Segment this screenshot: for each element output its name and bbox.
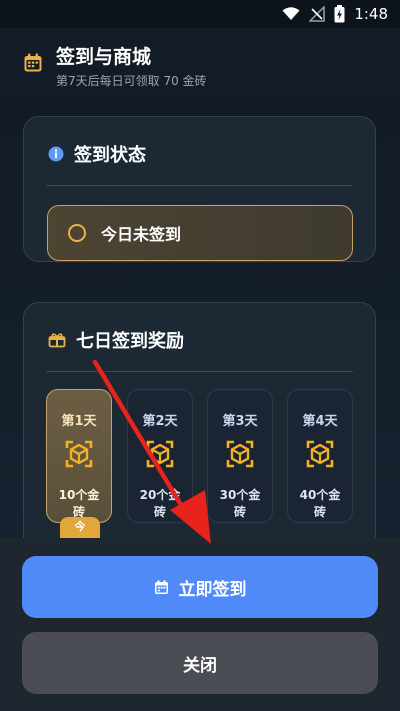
battery-charging-icon (334, 5, 345, 23)
today-badge: 今 (60, 517, 100, 538)
day-reward-amount: 10个金砖 (58, 488, 100, 519)
seven-day-reward-card: 七日签到奖励 第1天 10个金砖 第2天 20个金砖 第3天 30个金砖 第4天… (23, 302, 376, 538)
sign-in-label: 立即签到 (178, 579, 247, 600)
day-reward-amount: 30个金砖 (219, 488, 261, 519)
day-reward-amount: 40个金砖 (299, 488, 341, 519)
gold-brick-icon (146, 440, 174, 468)
gift-icon (48, 333, 66, 348)
dialog-title: 签到与商城 (56, 46, 152, 68)
sign-in-button[interactable]: 立即签到 (22, 556, 378, 618)
sign-status-indicator: 今日未签到 (47, 205, 353, 261)
info-icon (48, 146, 64, 162)
day-label: 第2天 (142, 414, 178, 429)
calendar-icon (24, 53, 42, 72)
divider (46, 371, 353, 372)
reward-title: 七日签到奖励 (76, 331, 184, 352)
reward-day-4[interactable]: 第4天 40个金砖 (287, 389, 353, 523)
divider (46, 185, 353, 186)
wifi-icon (282, 7, 300, 20)
day-label: 第3天 (222, 414, 258, 429)
dialog-header: 签到与商城 第7天后每日可领取 70 金砖 (0, 28, 400, 102)
day-label: 第4天 (302, 414, 338, 429)
close-label: 关闭 (183, 655, 217, 676)
reward-header: 七日签到奖励 (48, 327, 184, 353)
close-button[interactable]: 关闭 (22, 632, 378, 694)
gold-brick-icon (306, 440, 334, 468)
reward-day-2[interactable]: 第2天 20个金砖 (127, 389, 193, 523)
gold-brick-icon (226, 440, 254, 468)
sign-status-title: 签到状态 (74, 145, 146, 166)
action-bar: 立即签到 关闭 (0, 538, 400, 711)
day-label: 第1天 (61, 414, 97, 429)
reward-day-3[interactable]: 第3天 30个金砖 (207, 389, 273, 523)
sign-status-card: 签到状态 今日未签到 (23, 116, 376, 262)
reward-day-1[interactable]: 第1天 10个金砖 (46, 389, 112, 523)
dialog-subtitle: 第7天后每日可领取 70 金砖 (56, 74, 207, 88)
clock: 1:48 (354, 5, 388, 23)
no-signal-icon (309, 6, 326, 22)
status-bar: 1:48 (0, 0, 400, 28)
sign-status-header: 签到状态 (48, 141, 146, 167)
day-reward-amount: 20个金砖 (139, 488, 181, 519)
unchecked-circle-icon (68, 224, 86, 242)
gold-brick-icon (65, 440, 93, 468)
content-scroll-area[interactable]: 签到状态 今日未签到 七日签到奖励 第1天 10个金砖 第2天 20个金砖 第3… (0, 102, 400, 538)
calendar-icon (154, 579, 168, 594)
sign-status-text: 今日未签到 (101, 225, 182, 244)
